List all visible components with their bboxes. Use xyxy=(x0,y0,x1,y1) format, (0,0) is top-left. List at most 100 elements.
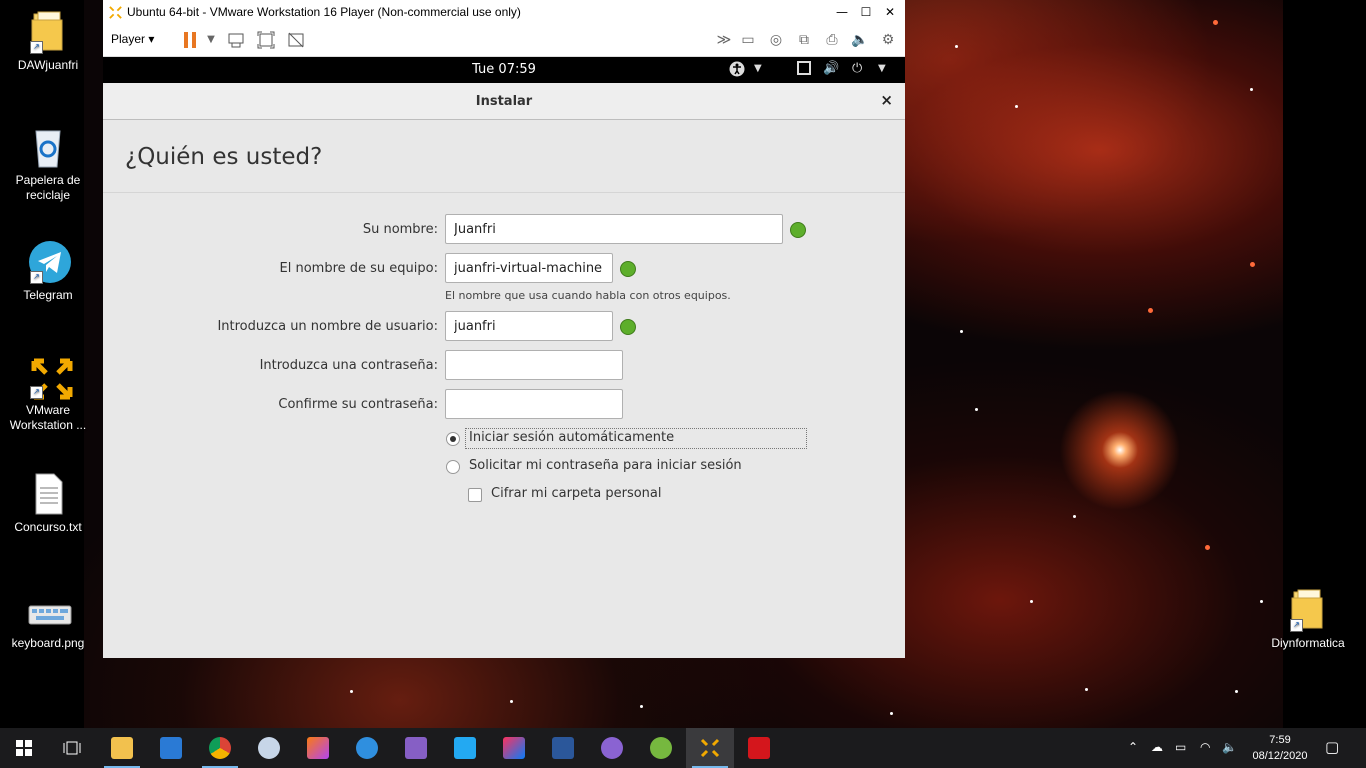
gnome-clock[interactable]: Tue 07:59 xyxy=(103,62,905,77)
text-file-icon xyxy=(28,472,68,516)
desktop-icon-recycle-bin[interactable]: Papelera de reciclaje xyxy=(6,125,90,203)
desktop-icon-label: Telegram xyxy=(23,288,73,302)
star xyxy=(1235,690,1238,693)
star xyxy=(1260,600,1263,603)
volume-icon[interactable]: 🔊 xyxy=(823,61,839,76)
confirm-password-label: Confirme su contraseña: xyxy=(278,397,438,412)
vmware-app-icon xyxy=(109,6,122,19)
desktop-icon-keyboard[interactable]: keyboard.png xyxy=(6,598,90,651)
username-field[interactable] xyxy=(445,311,613,341)
computer-name-field[interactable] xyxy=(445,253,613,283)
word-icon[interactable] xyxy=(539,728,587,768)
password-field[interactable] xyxy=(445,350,623,380)
cd-icon[interactable]: ◎ xyxy=(767,31,785,49)
star xyxy=(1073,515,1076,518)
telegram-icon: ↗ xyxy=(28,240,71,284)
star xyxy=(1205,545,1210,550)
star xyxy=(510,700,513,703)
jetbrains-icon[interactable] xyxy=(294,728,342,768)
maximize-button[interactable]: ☐ xyxy=(855,3,877,21)
notifications-icon[interactable]: ▢ xyxy=(1325,738,1339,756)
desktop-icon-label: VMware Workstation ... xyxy=(9,403,87,432)
desktop-icon-label: Concurso.txt xyxy=(14,520,82,534)
folder-icon: ↗ xyxy=(1288,588,1328,632)
hdd-icon[interactable]: ▭ xyxy=(739,31,757,49)
paint-icon[interactable] xyxy=(245,728,293,768)
vscode-icon[interactable] xyxy=(441,728,489,768)
star xyxy=(975,408,978,411)
close-button[interactable]: ✕ xyxy=(879,3,901,21)
visual-studio-icon[interactable] xyxy=(392,728,440,768)
name-label: Su nombre: xyxy=(362,222,438,237)
power-icon[interactable]: ⏻ xyxy=(852,61,862,76)
folder-icon: ↗ xyxy=(28,10,68,54)
radio-button[interactable] xyxy=(446,460,460,474)
clock-time: 7:59 xyxy=(1269,734,1291,746)
vmware-titlebar[interactable]: Ubuntu 64-bit - VMware Workstation 16 Pl… xyxy=(103,0,905,25)
desktop-icon-concurso[interactable]: Concurso.txt xyxy=(6,472,90,535)
image-file-icon xyxy=(28,598,72,632)
window-icon[interactable] xyxy=(797,61,811,79)
vmware-toolbar: Player ▾ ▼ ≫ ▭ ◎ ⧉ ⎙ 🔈 ⚙ xyxy=(103,25,905,57)
shortcut-arrow-icon: ↗ xyxy=(30,386,43,399)
username-label: Introduzca un nombre de usuario: xyxy=(217,319,438,334)
network-icon[interactable]: ⧉ xyxy=(795,31,813,49)
send-ctrl-alt-del-icon[interactable] xyxy=(227,31,245,49)
radio-button-selected[interactable] xyxy=(446,432,460,446)
intellij-icon[interactable] xyxy=(490,728,538,768)
chevron-down-icon: ▾ xyxy=(148,32,155,46)
task-view-button[interactable] xyxy=(48,728,96,768)
minimize-button[interactable]: — xyxy=(831,3,853,21)
unity-icon[interactable] xyxy=(287,31,305,49)
divider xyxy=(103,192,905,193)
thunderbird-icon[interactable] xyxy=(343,728,391,768)
file-explorer-icon[interactable] xyxy=(98,728,146,768)
more-icon[interactable]: ≫ xyxy=(715,31,733,49)
mail-icon[interactable] xyxy=(147,728,195,768)
desktop-icon-dawjuanfri[interactable]: ↗ DAWjuanfri xyxy=(6,10,90,73)
desktop-icon-label: keyboard.png xyxy=(11,636,85,650)
star xyxy=(955,45,958,48)
chevron-down-icon[interactable]: ▼ xyxy=(754,63,762,74)
password-label: Introduzca una contraseña: xyxy=(259,358,438,373)
usb-icon[interactable]: ⚙ xyxy=(879,31,897,49)
player-menu[interactable]: Player ▾ xyxy=(111,32,154,46)
name-field[interactable] xyxy=(445,214,783,244)
vmware-icon[interactable] xyxy=(686,728,734,768)
desktop-icon-label: DAWjuanfri xyxy=(17,58,79,72)
close-icon[interactable]: × xyxy=(880,91,893,109)
wifi-icon[interactable]: ◠ xyxy=(1200,740,1210,754)
checkbox[interactable] xyxy=(468,488,482,502)
page-title: ¿Quién es usted? xyxy=(125,144,323,170)
start-button[interactable] xyxy=(0,728,48,768)
desktop-icon-diynformatica[interactable]: ↗ Diynformatica xyxy=(1266,588,1350,651)
guest-display[interactable]: Tue 07:59 ▼ 🔊 ⏻ ▼ Instalar × ¿Quién es u… xyxy=(103,57,905,658)
star xyxy=(1213,20,1218,25)
printer-icon[interactable]: ⎙ xyxy=(823,31,841,49)
valid-icon xyxy=(790,222,806,238)
chevron-down-icon[interactable]: ▼ xyxy=(878,63,886,74)
taskbar-clock[interactable]: 7:59 08/12/2020 xyxy=(1240,732,1320,764)
battery-icon[interactable]: ▭ xyxy=(1175,740,1186,754)
pause-icon[interactable] xyxy=(181,31,199,49)
chrome-icon[interactable] xyxy=(196,728,244,768)
utorrent-icon[interactable] xyxy=(637,728,685,768)
fullscreen-icon[interactable] xyxy=(257,31,275,49)
star xyxy=(1148,308,1153,313)
confirm-password-field[interactable] xyxy=(445,389,623,419)
chevron-up-icon[interactable]: ⌃ xyxy=(1128,740,1138,754)
onedrive-icon[interactable]: ☁ xyxy=(1151,740,1163,754)
acrobat-icon[interactable] xyxy=(735,728,783,768)
desktop-icon-vmware[interactable]: ↗ VMware Workstation ... xyxy=(6,355,90,433)
dropdown-icon[interactable]: ▼ xyxy=(202,31,220,49)
gnome-top-bar: Tue 07:59 ▼ 🔊 ⏻ ▼ xyxy=(103,57,905,83)
accessibility-icon[interactable] xyxy=(729,61,745,81)
desktop-icon-telegram[interactable]: ↗ Telegram xyxy=(6,240,90,303)
sound-icon[interactable]: 🔈 xyxy=(851,31,869,49)
vmware-window: Ubuntu 64-bit - VMware Workstation 16 Pl… xyxy=(103,0,905,658)
shortcut-arrow-icon: ↗ xyxy=(1290,619,1303,632)
window-title: Ubuntu 64-bit - VMware Workstation 16 Pl… xyxy=(127,5,521,19)
valid-icon xyxy=(620,261,636,277)
volume-icon[interactable]: 🔈 xyxy=(1222,740,1237,754)
github-desktop-icon[interactable] xyxy=(588,728,636,768)
